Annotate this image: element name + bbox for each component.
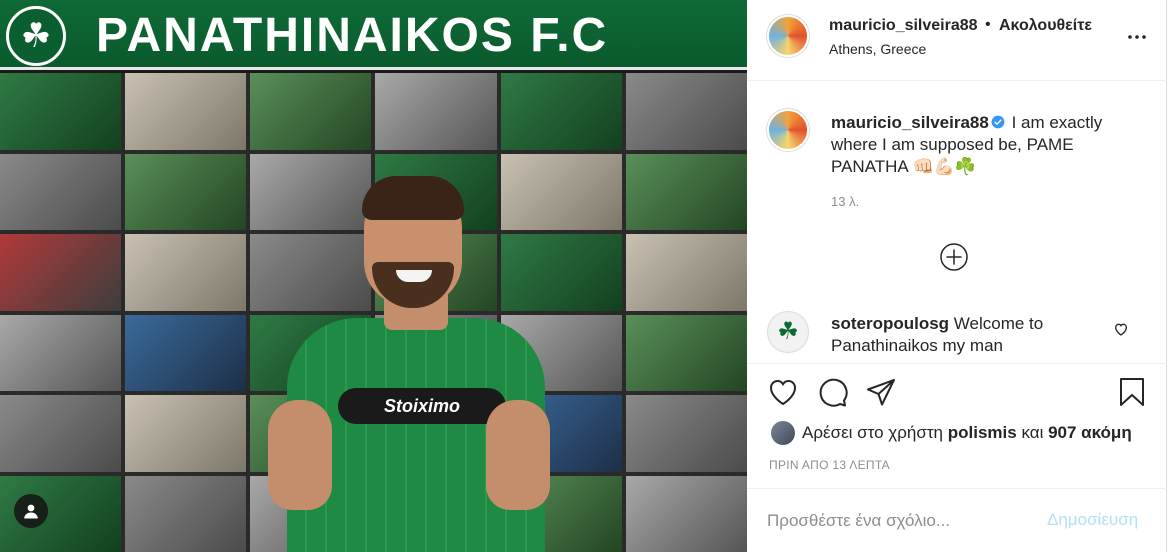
liker-username[interactable]: polismis [948, 423, 1017, 442]
author-username[interactable]: mauricio_silveira88 [829, 17, 978, 35]
comment-body: soteropoulosg Welcome to Panathinaikos m… [831, 313, 1101, 357]
club-banner: PANATHINAIKOS F.C [0, 0, 747, 70]
commenter-username[interactable]: soteropoulosg [831, 314, 949, 333]
caption-author-avatar[interactable] [767, 109, 809, 151]
banner-text: PANATHINAIKOS F.C [96, 9, 609, 62]
player-hair [362, 176, 464, 220]
caption: mauricio_silveira88 I am exactly where I… [831, 112, 1131, 178]
following-button[interactable]: Ακολουθείτε [999, 17, 1092, 35]
bookmark-icon[interactable] [1116, 376, 1148, 408]
load-more-comments-icon[interactable] [939, 242, 969, 272]
caption-timestamp[interactable]: 13 λ. [831, 194, 859, 209]
thumbs-up-left [268, 400, 332, 510]
user-icon [24, 504, 38, 519]
comments-scroll-area[interactable]: mauricio_silveira88 I am exactly where I… [747, 81, 1167, 303]
post-comment-button[interactable]: Δημοσίευση [1047, 510, 1138, 530]
thumbs-up-right [486, 400, 550, 510]
commenter-avatar[interactable]: ☘ [767, 311, 809, 353]
likes-summary[interactable]: Αρέσει στο χρήστη polismis και 907 ακόμη [771, 418, 1161, 448]
add-comment-bar: Δημοσίευση [747, 488, 1167, 552]
comment-input[interactable] [767, 509, 1027, 533]
post-timestamp[interactable]: ΠΡΙΝ ΑΠΟ 13 ΛΕΠΤΑ [769, 458, 890, 472]
more-horizontal-icon[interactable] [1125, 25, 1149, 49]
likes-text: Αρέσει στο χρήστη polismis και 907 ακόμη [802, 423, 1132, 442]
liker-avatar[interactable] [771, 421, 795, 445]
likes-count[interactable]: 907 ακόμη [1048, 423, 1132, 442]
heart-icon[interactable] [767, 376, 799, 408]
comment-icon[interactable] [817, 376, 849, 408]
comment-heart-icon[interactable] [1113, 321, 1129, 337]
post-header: mauricio_silveira88 • Ακολουθείτε Athens… [747, 0, 1167, 81]
post-side-panel: mauricio_silveira88 • Ακολουθείτε Athens… [747, 0, 1167, 552]
verified-badge-icon [991, 115, 1005, 129]
post-photo[interactable]: PANATHINAIKOS F.C Stoiximo [0, 0, 747, 552]
caption-username[interactable]: mauricio_silveira88 [831, 113, 989, 132]
share-icon[interactable] [865, 376, 897, 408]
comment-item: ☘ soteropoulosg Welcome to Panathinaikos… [747, 303, 1167, 363]
post-location[interactable]: Athens, Greece [829, 41, 926, 57]
tagged-users-button[interactable] [14, 494, 48, 528]
header-separator: • [985, 16, 991, 33]
club-crest-icon [6, 6, 66, 66]
post-actions: Αρέσει στο χρήστη polismis και 907 ακόμη… [747, 363, 1167, 483]
author-avatar[interactable] [767, 15, 809, 57]
jersey-sponsor: Stoiximo [338, 388, 506, 424]
